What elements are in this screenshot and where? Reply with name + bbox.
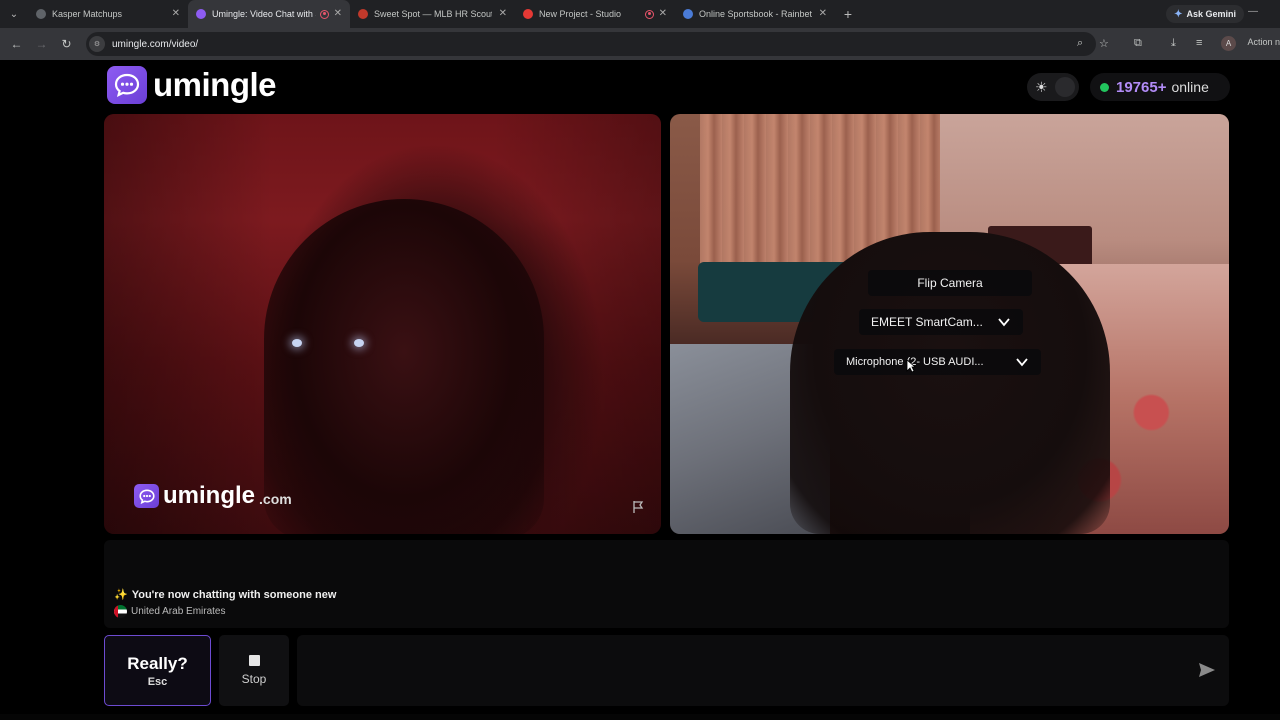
tab-favicon — [683, 9, 693, 19]
sun-icon: ☀ — [1035, 78, 1048, 95]
tab-title: Kasper Matchups — [52, 9, 123, 19]
close-icon[interactable]: ✕ — [334, 8, 342, 20]
chat-status-text: You're now chatting with someone new — [131, 588, 337, 601]
online-counter: 19765+ online — [1090, 73, 1230, 101]
flip-camera-button[interactable]: Flip Camera — [868, 270, 1032, 296]
stranger-country: United Arab Emirates — [114, 605, 226, 618]
reload-icon[interactable]: ↻ — [54, 37, 79, 51]
browser-toolbar: ← → ↻ ⚙ umingle.com/video/ ⌕ ☆ ⧉ ⤓ ≡ A A… — [0, 28, 1280, 60]
tab-search-icon[interactable]: ⌄ — [0, 0, 28, 28]
theme-toggle[interactable]: ☀ — [1027, 73, 1079, 101]
skip-shortcut-hint: Esc — [147, 675, 168, 688]
send-icon[interactable] — [1198, 661, 1216, 679]
chat-bubble-icon — [107, 66, 147, 104]
chat-status: ✨ You're now chatting with someone new — [114, 588, 337, 602]
tab-kasper-matchups[interactable]: Kasper Matchups ✕ — [28, 0, 188, 28]
tab-title: Umingle: Video Chat with S — [212, 9, 316, 19]
message-input[interactable] — [297, 635, 1229, 706]
close-icon[interactable]: ✕ — [819, 8, 827, 20]
umingle-watermark: umingle .com — [134, 482, 292, 510]
ask-gemini-button[interactable]: ✦ Ask Gemini — [1166, 5, 1244, 23]
address-bar[interactable]: ⚙ umingle.com/video/ — [86, 32, 1096, 56]
tab-favicon — [36, 9, 46, 19]
tab-recording[interactable]: ✕ — [635, 0, 675, 28]
tab-sweet-spot[interactable]: Sweet Spot — MLB HR Scoutin ✕ — [350, 0, 515, 28]
chat-bubble-icon — [134, 484, 159, 508]
sparkle-icon: ✨ — [114, 589, 128, 601]
tab-umingle[interactable]: Umingle: Video Chat with S ✕ — [188, 0, 350, 28]
bottom-divider — [0, 714, 1280, 720]
tab-favicon — [196, 9, 206, 19]
stop-label: Stop — [241, 672, 267, 686]
site-logo[interactable]: umingle — [107, 66, 277, 104]
umingle-page: umingle ☀ 19765+ online umingle .com Fli… — [0, 60, 1280, 720]
browser-tabbar: ⌄ Kasper Matchups ✕ Umingle: Video Chat … — [0, 0, 1280, 28]
glare-highlight — [354, 339, 364, 347]
extensions-icon[interactable]: ⧉ — [1134, 37, 1142, 50]
tab-new-project-studio[interactable]: New Project - Studio — [515, 0, 635, 28]
toggle-knob — [1055, 77, 1075, 97]
new-tab-icon[interactable]: + — [835, 6, 861, 22]
flip-camera-label: Flip Camera — [917, 276, 983, 290]
skip-confirm-button[interactable]: Really? Esc — [104, 635, 211, 706]
online-status-dot — [1100, 82, 1109, 92]
recording-icon — [645, 9, 654, 19]
tab-favicon — [358, 9, 368, 19]
uae-flag-icon — [114, 605, 127, 618]
self-video: Flip Camera EMEET SmartCam... Microphone… — [670, 114, 1229, 534]
tab-title: Online Sportsbook - Rainbet — [699, 9, 813, 19]
zoom-icon[interactable]: ⌕ — [1077, 37, 1083, 50]
glare-highlight — [292, 339, 302, 347]
stranger-silhouette — [264, 199, 544, 534]
url-text: umingle.com/video/ — [112, 38, 199, 50]
online-count: 19765+ — [1116, 78, 1167, 96]
back-icon[interactable]: ← — [4, 37, 29, 51]
tab-rainbet[interactable]: Online Sportsbook - Rainbet ✕ — [675, 0, 835, 28]
site-info-icon[interactable]: ⚙ — [89, 36, 105, 52]
stop-button[interactable]: Stop — [219, 635, 289, 706]
action-button[interactable]: Action n — [1247, 37, 1280, 47]
report-flag-icon[interactable] — [631, 500, 645, 514]
close-icon[interactable]: ✕ — [172, 8, 180, 20]
tab-title: Sweet Spot — MLB HR Scoutin — [374, 9, 492, 19]
skip-confirm-label: Really? — [127, 653, 188, 673]
chevron-down-icon — [998, 318, 1010, 327]
download-icon[interactable]: ⤓ — [1171, 37, 1176, 50]
forward-icon[interactable]: → — [29, 37, 54, 51]
minimize-icon[interactable]: — — [1248, 6, 1258, 17]
close-icon[interactable]: ✕ — [659, 8, 667, 20]
tab-title: New Project - Studio — [539, 9, 622, 19]
stranger-video: umingle .com — [104, 114, 661, 534]
watermark-tld: .com — [259, 491, 292, 507]
profile-avatar[interactable]: A — [1221, 36, 1236, 51]
country-name: United Arab Emirates — [131, 606, 226, 617]
chevron-down-icon — [1016, 358, 1028, 367]
mouse-cursor-icon — [906, 359, 916, 373]
reading-list-icon[interactable]: ≡ — [1196, 37, 1202, 49]
bookmark-star-icon[interactable]: ☆ — [1099, 37, 1109, 50]
online-label: online — [1171, 79, 1209, 95]
ask-gemini-label: Ask Gemini — [1186, 9, 1236, 19]
close-icon[interactable]: ✕ — [499, 8, 507, 20]
chat-log: ✨ You're now chatting with someone new U… — [104, 540, 1229, 628]
logo-text: umingle — [153, 66, 277, 103]
tab-favicon — [523, 9, 533, 19]
camera-select[interactable]: EMEET SmartCam... — [859, 309, 1023, 335]
camera-select-value: EMEET SmartCam... — [871, 315, 983, 329]
watermark-name: umingle — [163, 482, 256, 509]
gemini-icon: ✦ — [1174, 8, 1183, 20]
recording-icon — [320, 9, 329, 19]
microphone-select[interactable]: Microphone (2- USB AUDI... — [834, 349, 1041, 375]
stop-icon — [248, 655, 260, 666]
